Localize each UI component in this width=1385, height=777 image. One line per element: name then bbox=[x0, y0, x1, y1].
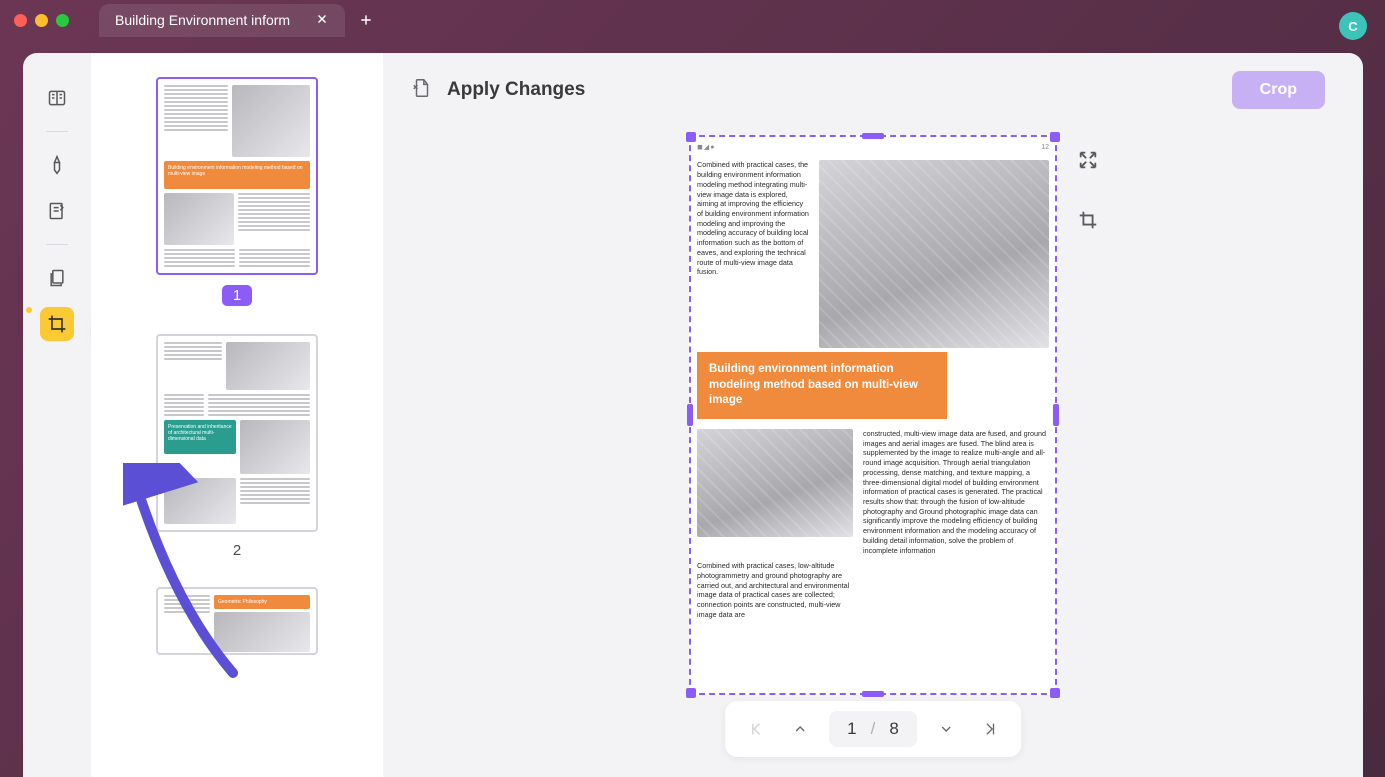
maximize-window[interactable] bbox=[56, 14, 69, 27]
page-separator: / bbox=[871, 719, 876, 739]
window-controls bbox=[14, 14, 69, 27]
last-page-button[interactable] bbox=[975, 714, 1005, 744]
thumbnail-number: 2 bbox=[127, 542, 347, 559]
close-window[interactable] bbox=[14, 14, 27, 27]
thumb-banner: Building environment information modelin… bbox=[164, 161, 310, 189]
minimize-window[interactable] bbox=[35, 14, 48, 27]
crop-handle-tr[interactable] bbox=[1050, 132, 1060, 142]
annotate-tool[interactable] bbox=[40, 194, 74, 228]
divider bbox=[46, 131, 68, 132]
crop-handle-bottom[interactable] bbox=[862, 691, 884, 697]
inline-image bbox=[697, 429, 853, 537]
tab-title: Building Environment inform bbox=[115, 12, 290, 28]
article-title: Building environment information modelin… bbox=[697, 352, 947, 419]
body-text: Combined with practical cases, low-altit… bbox=[697, 561, 853, 619]
body-text: Combined with practical cases, the build… bbox=[697, 160, 809, 348]
crop-tool[interactable] bbox=[40, 307, 74, 341]
divider bbox=[46, 244, 68, 245]
tool-sidebar: Crop Pages ⌘4 bbox=[23, 53, 91, 777]
close-tab-icon[interactable] bbox=[315, 12, 329, 29]
crop-handle-bl[interactable] bbox=[686, 688, 696, 698]
prev-page-button[interactable] bbox=[785, 714, 815, 744]
expand-button[interactable] bbox=[1065, 137, 1111, 183]
avatar[interactable]: C bbox=[1339, 12, 1367, 40]
crop-handle-tl[interactable] bbox=[686, 132, 696, 142]
hero-image bbox=[819, 160, 1049, 348]
crop-button[interactable]: Crop bbox=[1232, 71, 1325, 109]
document-tab[interactable]: Building Environment inform bbox=[99, 4, 345, 37]
crop-selection[interactable]: ◼◢● 12 Combined with practical cases, the… bbox=[689, 135, 1057, 695]
crop-handle-left[interactable] bbox=[687, 404, 693, 426]
page-field[interactable]: 1 / 8 bbox=[829, 711, 917, 747]
crop-handle-top[interactable] bbox=[862, 133, 884, 139]
page-preview: ◼◢● 12 Combined with practical cases, the… bbox=[697, 143, 1049, 687]
thumbnail-page[interactable]: Geometric Philosophy bbox=[156, 587, 318, 655]
apply-crop-icon bbox=[411, 76, 433, 105]
reader-tool[interactable] bbox=[40, 81, 74, 115]
thumbnail-page[interactable]: Preservation and inheritance of architec… bbox=[156, 334, 318, 532]
current-page: 1 bbox=[847, 719, 856, 739]
pages-tool[interactable] bbox=[40, 261, 74, 295]
thumbnail-number: 1 bbox=[222, 285, 252, 306]
next-page-button[interactable] bbox=[931, 714, 961, 744]
thumb-banner: Geometric Philosophy bbox=[214, 595, 310, 609]
new-tab-button[interactable] bbox=[359, 13, 373, 27]
fit-crop-button[interactable] bbox=[1065, 197, 1111, 243]
thumbnail-panel: Building environment information modelin… bbox=[91, 53, 383, 777]
crop-handle-right[interactable] bbox=[1053, 404, 1059, 426]
total-pages: 8 bbox=[889, 719, 898, 739]
first-page-button[interactable] bbox=[741, 714, 771, 744]
highlight-tool[interactable] bbox=[40, 148, 74, 182]
page-title: Apply Changes bbox=[447, 79, 585, 101]
page-decor: ◼◢● bbox=[697, 143, 715, 152]
active-indicator bbox=[26, 307, 32, 313]
thumbnail-page[interactable]: Building environment information modelin… bbox=[156, 77, 318, 275]
crop-handle-br[interactable] bbox=[1050, 688, 1060, 698]
thumb-banner: Preservation and inheritance of architec… bbox=[164, 420, 236, 454]
page-navigator: 1 / 8 bbox=[725, 701, 1021, 757]
page-number: 12 bbox=[1041, 143, 1049, 152]
